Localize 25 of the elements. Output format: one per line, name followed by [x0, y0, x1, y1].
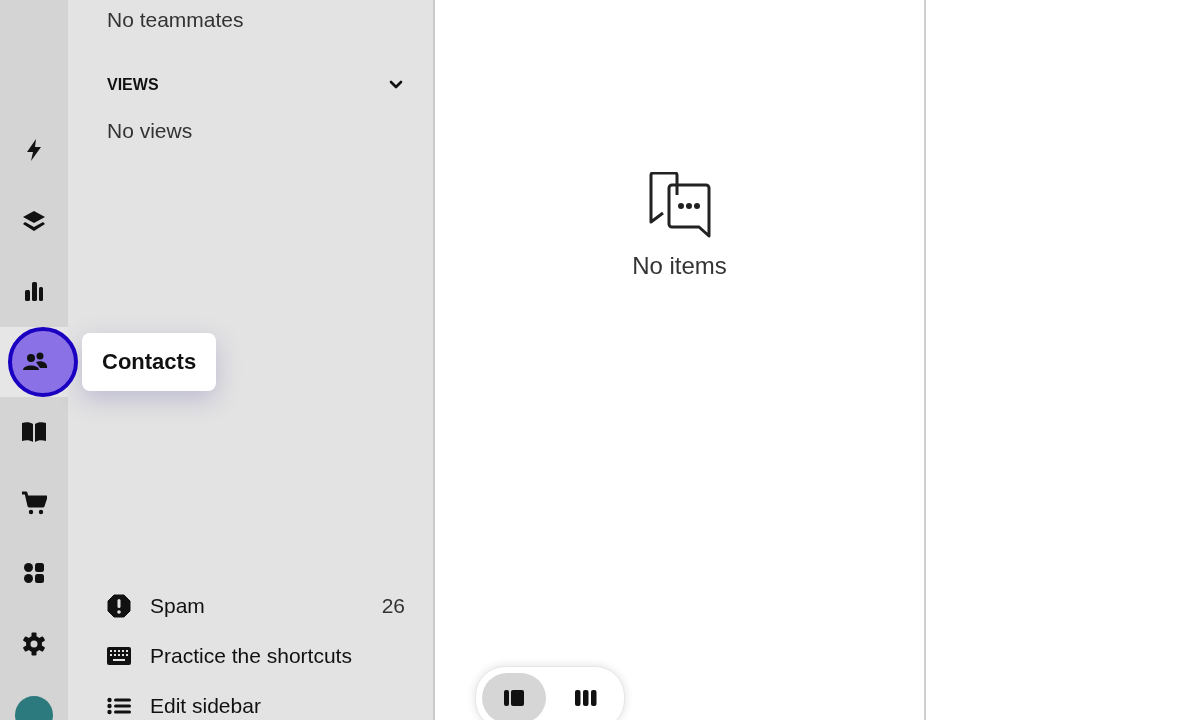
empty-teammates-text: No teammates	[107, 8, 245, 32]
sidebar-item[interactable]: Practice the shortcuts	[107, 644, 405, 668]
empty-state-text: No items	[632, 252, 727, 280]
columns-icon	[575, 690, 597, 706]
keyboard-icon	[107, 647, 131, 665]
bar-chart-icon	[24, 280, 44, 302]
settings-icon	[22, 631, 46, 656]
tooltip: Contacts	[82, 332, 217, 391]
split-view-icon	[504, 690, 524, 706]
empty-views-text: No views	[107, 119, 194, 143]
layers-icon	[21, 208, 47, 233]
item-count: 26	[381, 594, 405, 618]
cart-icon	[21, 490, 47, 515]
lightning-icon	[24, 138, 44, 162]
sidebar-item[interactable]: Edit sidebar	[107, 694, 405, 718]
book-icon	[21, 421, 47, 443]
chevron-icon[interactable]	[389, 80, 403, 90]
chat-bubbles-icon	[648, 172, 711, 238]
layout-button[interactable]	[482, 673, 546, 720]
warning-icon	[107, 594, 131, 618]
section-heading: VIEWS	[107, 76, 159, 94]
apps-grid-icon	[23, 562, 45, 584]
people-icon	[21, 350, 49, 373]
sidebar-item[interactable]: Spam 26	[107, 594, 405, 618]
list-icon	[107, 697, 131, 715]
